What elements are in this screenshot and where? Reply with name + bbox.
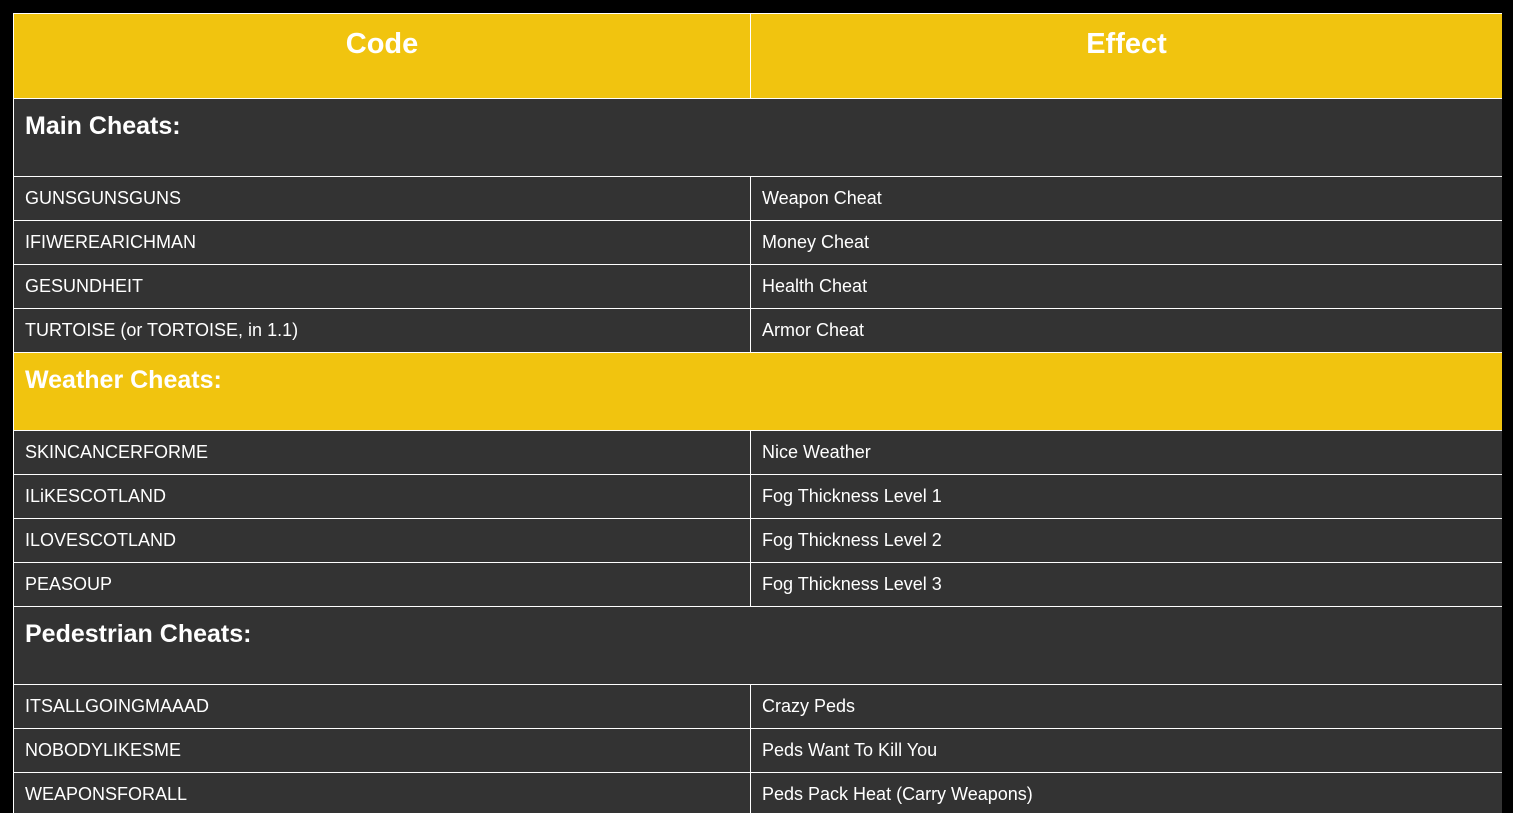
section-title: Weather Cheats: [14, 353, 1503, 431]
cheat-effect: Crazy Peds [751, 685, 1503, 729]
cheat-effect: Nice Weather [751, 431, 1503, 475]
cheats-table: Code Effect Main Cheats: GUNSGUNSGUNS We… [13, 13, 1502, 813]
section-weather-cheats: Weather Cheats: [14, 353, 1503, 431]
cheat-effect: Armor Cheat [751, 309, 1503, 353]
table-row: GESUNDHEIT Health Cheat [14, 265, 1503, 309]
cheat-code: TURTOISE (or TORTOISE, in 1.1) [14, 309, 751, 353]
cheat-effect: Peds Pack Heat (Carry Weapons) [751, 773, 1503, 813]
cheat-effect: Fog Thickness Level 1 [751, 475, 1503, 519]
cheat-code: GESUNDHEIT [14, 265, 751, 309]
table-row: PEASOUP Fog Thickness Level 3 [14, 563, 1503, 607]
cheat-code: NOBODYLIKESME [14, 729, 751, 773]
table-row: TURTOISE (or TORTOISE, in 1.1) Armor Che… [14, 309, 1503, 353]
section-title: Main Cheats: [14, 99, 1503, 177]
cheat-code: ITSALLGOINGMAAAD [14, 685, 751, 729]
table-row: NOBODYLIKESME Peds Want To Kill You [14, 729, 1503, 773]
cheats-table-container: Code Effect Main Cheats: GUNSGUNSGUNS We… [13, 13, 1502, 813]
cheat-code: SKINCANCERFORME [14, 431, 751, 475]
section-main-cheats: Main Cheats: [14, 99, 1503, 177]
table-row: IFIWEREARICHMAN Money Cheat [14, 221, 1503, 265]
cheat-code: IFIWEREARICHMAN [14, 221, 751, 265]
cheat-effect: Fog Thickness Level 3 [751, 563, 1503, 607]
cheat-code: GUNSGUNSGUNS [14, 177, 751, 221]
table-row: SKINCANCERFORME Nice Weather [14, 431, 1503, 475]
cheat-effect: Weapon Cheat [751, 177, 1503, 221]
section-pedestrian-cheats: Pedestrian Cheats: [14, 607, 1503, 685]
header-effect: Effect [751, 14, 1503, 99]
cheat-effect: Peds Want To Kill You [751, 729, 1503, 773]
cheat-effect: Health Cheat [751, 265, 1503, 309]
table-row: GUNSGUNSGUNS Weapon Cheat [14, 177, 1503, 221]
cheat-effect: Money Cheat [751, 221, 1503, 265]
table-header-row: Code Effect [14, 14, 1503, 99]
table-row: WEAPONSFORALL Peds Pack Heat (Carry Weap… [14, 773, 1503, 813]
table-row: ITSALLGOINGMAAAD Crazy Peds [14, 685, 1503, 729]
table-row: ILiKESCOTLAND Fog Thickness Level 1 [14, 475, 1503, 519]
cheat-code: ILiKESCOTLAND [14, 475, 751, 519]
header-code: Code [14, 14, 751, 99]
cheat-code: PEASOUP [14, 563, 751, 607]
table-row: ILOVESCOTLAND Fog Thickness Level 2 [14, 519, 1503, 563]
section-title: Pedestrian Cheats: [14, 607, 1503, 685]
cheat-code: WEAPONSFORALL [14, 773, 751, 813]
cheat-effect: Fog Thickness Level 2 [751, 519, 1503, 563]
cheat-code: ILOVESCOTLAND [14, 519, 751, 563]
